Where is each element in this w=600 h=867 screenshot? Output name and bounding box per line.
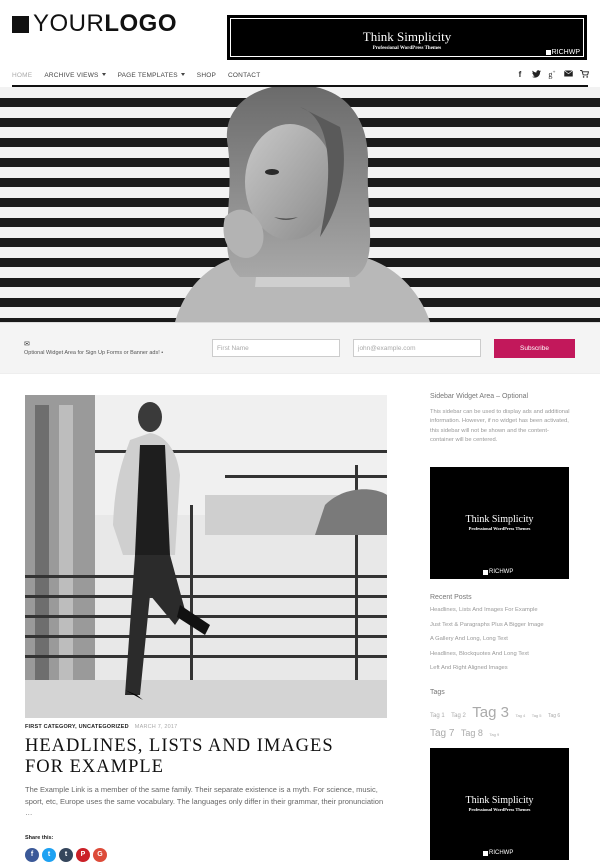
brand-square-icon <box>545 50 551 55</box>
caret-down-icon <box>101 73 106 77</box>
tag-link[interactable]: Tag 3 <box>472 704 509 721</box>
brand-square-icon <box>483 569 488 575</box>
caret-down-icon <box>180 73 185 77</box>
hero-image <box>0 87 600 322</box>
tags-title: Tags <box>430 689 445 696</box>
post-categories[interactable]: FIRST CATEGORY, UNCATEGORIZED <box>25 724 129 730</box>
facebook-share-icon[interactable]: f <box>25 848 39 862</box>
nav-item-archive-views[interactable]: Archive Views <box>44 72 106 79</box>
banner-brand: RICHWP <box>545 49 580 56</box>
nav-item-shop[interactable]: Shop <box>197 72 216 79</box>
tag-link[interactable]: Tag 2 <box>451 713 466 719</box>
post-excerpt: The Example Link is a member of the same… <box>25 785 384 817</box>
post-date: MARCH 7, 2017 <box>134 724 178 730</box>
logo-text: YOURLOGO <box>33 10 178 37</box>
site-logo[interactable]: YOURLOGO <box>12 12 177 36</box>
signup-text: Optional Widget Area for Sign Up Forms o… <box>24 350 164 356</box>
ad-brand: RICHWP <box>483 850 513 856</box>
google-plus-share-icon[interactable]: G <box>93 848 107 862</box>
logo-square-icon <box>12 15 29 33</box>
tag-link[interactable]: Tag 1 <box>430 713 445 719</box>
ad-title: Think Simplicity <box>465 795 534 806</box>
email-icon[interactable] <box>564 70 573 80</box>
post-featured-image[interactable] <box>25 395 387 718</box>
post-title[interactable]: HEADLINES, LISTS AND IMAGES FOR EXAMPLE <box>25 736 385 778</box>
banner-subtitle: Professional WordPress Themes <box>372 46 442 51</box>
nav-item-contact[interactable]: Contact <box>228 72 260 79</box>
recent-posts-list: Headlines, Lists And Images For Example … <box>430 607 544 680</box>
brand-square-icon <box>483 850 488 856</box>
tag-link[interactable]: Tag 4 <box>515 713 525 718</box>
subscribe-button[interactable]: Subscribe <box>494 339 575 358</box>
post-meta: FIRST CATEGORY, UNCATEGORIZED MARCH 7, 20… <box>25 724 177 730</box>
post-photo <box>25 395 387 718</box>
pinterest-share-icon[interactable]: P <box>76 848 90 862</box>
twitter-share-icon[interactable]: t <box>42 848 56 862</box>
ad-subtitle: Professional WordPress Themes <box>468 807 531 812</box>
google-plus-icon[interactable]: g+ <box>548 70 556 80</box>
recent-post-link[interactable]: Just Text & Paragraphs Plus A Bigger Ima… <box>430 622 544 637</box>
tag-link[interactable]: Tag 9 <box>489 732 499 737</box>
first-name-input[interactable]: First Name <box>212 339 340 357</box>
banner-title: Think Simplicity <box>362 29 452 44</box>
tag-link[interactable]: Tag 7 <box>430 728 454 739</box>
sidebar-widget-text: This sidebar can be used to display ads … <box>430 409 570 443</box>
sidebar-ad-1[interactable]: Think Simplicity Professional WordPress … <box>430 467 569 579</box>
nav-item-home[interactable]: Home <box>12 72 32 79</box>
main-nav: Home Archive Views Page Templates Shop C… <box>12 66 590 84</box>
tag-cloud: Tag 1 Tag 2 Tag 3 Tag 4 Tag 5 Tag 6 Tag … <box>430 705 575 743</box>
recent-posts-title: Recent Posts <box>430 594 472 601</box>
sidebar-widget-title: Sidebar Widget Area – Optional <box>430 393 529 400</box>
social-icons: f g+ <box>516 70 590 80</box>
ad-title: Think Simplicity <box>465 514 534 525</box>
share-buttons: f t t P G <box>25 848 107 862</box>
tag-link[interactable]: Tag 6 <box>548 713 560 719</box>
header-banner-ad[interactable]: Think Simplicity Professional WordPress … <box>227 15 587 60</box>
email-input[interactable]: john@example.com <box>353 339 481 357</box>
recent-post-link[interactable]: Left And Right Aligned Images <box>430 665 544 680</box>
hero-portrait <box>175 87 430 322</box>
share-label: Share this: <box>25 835 54 841</box>
nav-item-page-templates[interactable]: Page Templates <box>118 72 185 79</box>
cart-icon[interactable] <box>580 70 590 80</box>
tag-link[interactable]: Tag 8 <box>461 728 483 738</box>
facebook-icon[interactable]: f <box>516 70 524 80</box>
recent-post-link[interactable]: Headlines, Lists And Images For Example <box>430 607 544 622</box>
sidebar-ad-2[interactable]: Think Simplicity Professional WordPress … <box>430 748 569 860</box>
envelope-icon: ✉ <box>24 341 30 348</box>
ad-subtitle: Professional WordPress Themes <box>468 526 531 531</box>
recent-post-link[interactable]: Headlines, Blockquotes And Long Text <box>430 651 544 666</box>
recent-post-link[interactable]: A Gallery And Long, Long Text <box>430 636 544 651</box>
signup-widget-bar: ✉ Optional Widget Area for Sign Up Forms… <box>0 322 600 374</box>
tag-link[interactable]: Tag 5 <box>532 713 542 718</box>
twitter-icon[interactable] <box>532 70 541 80</box>
ad-brand: RICHWP <box>483 569 513 575</box>
tumblr-share-icon[interactable]: t <box>59 848 73 862</box>
